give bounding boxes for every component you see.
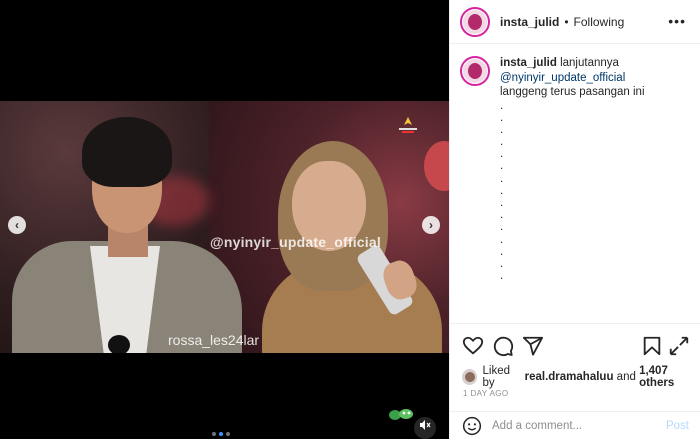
- caption-line: langgeng terus pasangan ini: [500, 86, 645, 98]
- liker-username[interactable]: real.dramahaluu: [525, 371, 614, 383]
- heart-icon[interactable]: [462, 335, 484, 357]
- caption: insta_julid lanjutannya @nyinyir_update_…: [460, 56, 690, 282]
- post-header: insta_julid • Following •••: [450, 0, 700, 44]
- watermark-top: @nyinyir_update_official: [210, 234, 381, 250]
- action-bar: [450, 323, 700, 363]
- carousel-dot: [212, 432, 216, 436]
- post-timestamp[interactable]: 1 DAY AGO: [463, 389, 509, 398]
- caption-dot-line: .: [500, 111, 504, 124]
- volume-off-icon: [420, 420, 431, 430]
- sticker-icon: [389, 409, 413, 420]
- avatar-face: [468, 13, 482, 30]
- caption-username[interactable]: insta_julid: [500, 57, 557, 69]
- caption-dot-line: .: [500, 257, 504, 270]
- man-hair: [82, 117, 172, 187]
- post-media[interactable]: @nyinyir_update_official rossa_les24lar …: [0, 0, 449, 439]
- instagram-post-modal: @nyinyir_update_official rossa_les24lar …: [0, 0, 700, 439]
- caption-dot-line: .: [500, 123, 504, 136]
- share-icon[interactable]: [668, 335, 690, 357]
- carousel-indicator: [212, 432, 230, 436]
- carousel-dot: [226, 432, 230, 436]
- header-username[interactable]: insta_julid: [500, 15, 559, 29]
- caption-text: lanjutannya: [560, 57, 619, 69]
- caption-dot-line: .: [500, 136, 504, 149]
- post-side-panel: insta_julid • Following ••• insta_julid …: [449, 0, 700, 439]
- mute-button[interactable]: [414, 417, 436, 439]
- caption-body: insta_julid lanjutannya @nyinyir_update_…: [500, 56, 645, 282]
- add-comment-bar: Post: [450, 411, 700, 439]
- caption-dot-line: .: [500, 245, 504, 258]
- caption-dots: ...............: [500, 100, 645, 283]
- liker-avatar[interactable]: [462, 369, 477, 385]
- caption-dot-line: .: [500, 148, 504, 161]
- header-separator: •: [564, 14, 569, 29]
- bookmark-icon[interactable]: [641, 335, 663, 357]
- likes-summary: Liked by real.dramahaluu and 1,407 other…: [462, 365, 700, 389]
- video-frame[interactable]: @nyinyir_update_official rossa_les24lar: [0, 101, 449, 353]
- avatar-image: [463, 9, 487, 34]
- caption-dot-line: .: [500, 99, 504, 112]
- channel-logo-icon: [399, 117, 417, 133]
- avatar-face: [468, 63, 482, 79]
- post-comment-button[interactable]: Post: [666, 420, 689, 432]
- caption-dot-line: .: [500, 209, 504, 222]
- microphone-1: [108, 335, 130, 353]
- caption-dot-line: .: [500, 184, 504, 197]
- caption-dot-line: .: [500, 197, 504, 209]
- caption-dot-line: .: [500, 233, 504, 246]
- caption-avatar[interactable]: [460, 56, 490, 86]
- caption-dot-line: .: [500, 172, 504, 185]
- comment-icon[interactable]: [492, 335, 514, 357]
- following-button[interactable]: Following: [574, 15, 625, 29]
- likes-others-link[interactable]: 1,407 others: [639, 365, 700, 389]
- likes-connector: and: [616, 371, 636, 383]
- send-icon[interactable]: [522, 335, 544, 357]
- carousel-next-button[interactable]: ›: [422, 216, 440, 234]
- more-options-icon[interactable]: •••: [668, 13, 686, 29]
- carousel-dot-active: [219, 432, 223, 436]
- caption-dot-line: .: [500, 270, 504, 283]
- avatar[interactable]: [460, 6, 490, 37]
- watermark-bottom: rossa_les24lar: [168, 332, 260, 348]
- comment-input[interactable]: [492, 419, 652, 432]
- caption-mention-link[interactable]: @nyinyir_update_official: [500, 71, 645, 86]
- avatar-image: [463, 59, 487, 83]
- likes-prefix: Liked by: [482, 365, 511, 389]
- emoji-icon[interactable]: [462, 416, 482, 436]
- caption-dot-line: .: [500, 160, 504, 173]
- carousel-prev-button[interactable]: ‹: [8, 216, 26, 234]
- comments-area[interactable]: insta_julid lanjutannya @nyinyir_update_…: [450, 44, 700, 323]
- caption-dot-line: .: [500, 221, 504, 234]
